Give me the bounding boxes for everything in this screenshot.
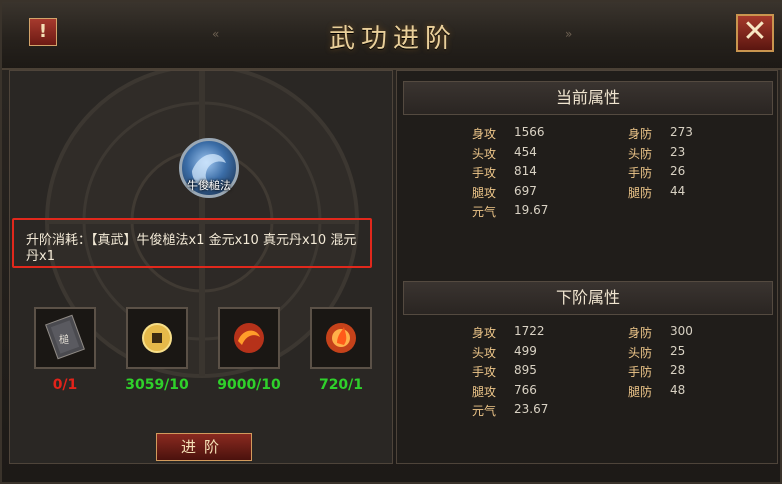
close-icon: ✕ — [742, 14, 768, 49]
skill-orb-icon[interactable]: 牛俊槌法 — [179, 138, 239, 198]
upgrade-panel: 牛俊槌法 升阶消耗：【真武】牛俊槌法x1 金元x10 真元丹x10 混元丹x1 … — [9, 70, 393, 464]
item-slot-orb[interactable] — [310, 307, 372, 369]
stat-value: 1722 — [514, 324, 545, 338]
stat-value: 814 — [514, 164, 537, 178]
next-attributes-header: 下阶属性 — [403, 281, 773, 315]
book-icon: 槌 — [45, 314, 85, 360]
stat-value: 697 — [514, 183, 537, 198]
window-title: 武功进阶 — [328, 24, 457, 54]
item-count-gold: 3059/10 — [125, 377, 189, 393]
advance-button[interactable]: 进阶 — [156, 433, 252, 461]
stat-value: 28 — [670, 363, 686, 377]
stat-label: 元气 — [472, 205, 497, 219]
stat-value: 300 — [670, 324, 693, 338]
item-count-book: 0/1 — [52, 377, 78, 393]
stat-label: 腿攻 — [472, 384, 497, 399]
stat-label: 头防 — [628, 146, 653, 161]
dialog-window: ! « 武功进阶 » ✕ 牛俊槌法 升阶消耗：【真武】牛俊槌法x1 金元x10 … — [0, 0, 782, 484]
attributes-panel: 当前属性 身攻 1566 头攻 454 手攻 814 腿攻 697 元气 19.67 身防 273 头防… — [396, 70, 778, 464]
stat-value: 1566 — [514, 125, 545, 139]
stat-label: 手攻 — [472, 166, 497, 180]
stat-label: 身攻 — [472, 326, 497, 340]
stat-label: 头攻 — [472, 345, 497, 360]
stat-value: 454 — [514, 144, 537, 159]
stat-label: 手攻 — [472, 365, 497, 379]
stat-label: 头攻 — [472, 146, 497, 161]
right-arrow-decoration: » — [565, 27, 573, 41]
fire-pill-icon — [234, 323, 264, 353]
stat-value: 19.67 — [514, 203, 549, 217]
stat-label: 头防 — [628, 345, 653, 360]
gold-coin-icon — [142, 323, 172, 353]
skill-name-label: 牛俊槌法 — [187, 179, 231, 192]
stat-value: 25 — [670, 343, 686, 358]
stat-value: 48 — [670, 382, 686, 397]
stat-label: 手防 — [628, 365, 653, 379]
stat-label: 手防 — [628, 166, 653, 180]
stat-value: 44 — [670, 183, 686, 198]
item-slot-book[interactable]: 槌 — [34, 307, 96, 369]
item-slot-pill[interactable] — [218, 307, 280, 369]
item-count-orb: 720/1 — [318, 377, 364, 393]
stat-value: 26 — [670, 164, 686, 178]
stat-value: 23 — [670, 144, 686, 159]
stat-label: 身防 — [628, 127, 653, 141]
fire-orb-icon — [326, 323, 356, 353]
item-count-pill: 9000/10 — [217, 377, 281, 393]
stat-label: 元气 — [472, 404, 497, 418]
item-slot-gold[interactable] — [126, 307, 188, 369]
stat-label: 腿防 — [628, 384, 653, 399]
stat-value: 766 — [514, 382, 537, 397]
upgrade-cost-text: 升阶消耗：【真武】牛俊槌法x1 金元x10 真元丹x10 混元丹x1 — [26, 233, 357, 264]
svg-text:槌: 槌 — [59, 333, 69, 346]
stat-label: 身防 — [628, 326, 653, 340]
stat-value: 499 — [514, 343, 537, 358]
stat-label: 腿攻 — [472, 185, 497, 200]
stat-label: 身攻 — [472, 127, 497, 141]
stat-value: 23.67 — [514, 402, 549, 416]
stat-value: 895 — [514, 363, 537, 377]
current-attributes-header: 当前属性 — [403, 81, 773, 115]
stat-value: 273 — [670, 125, 693, 139]
title-bar: ! « 武功进阶 » ✕ — [2, 2, 782, 70]
close-button[interactable]: ✕ — [736, 14, 774, 52]
stat-label: 腿防 — [628, 185, 653, 200]
